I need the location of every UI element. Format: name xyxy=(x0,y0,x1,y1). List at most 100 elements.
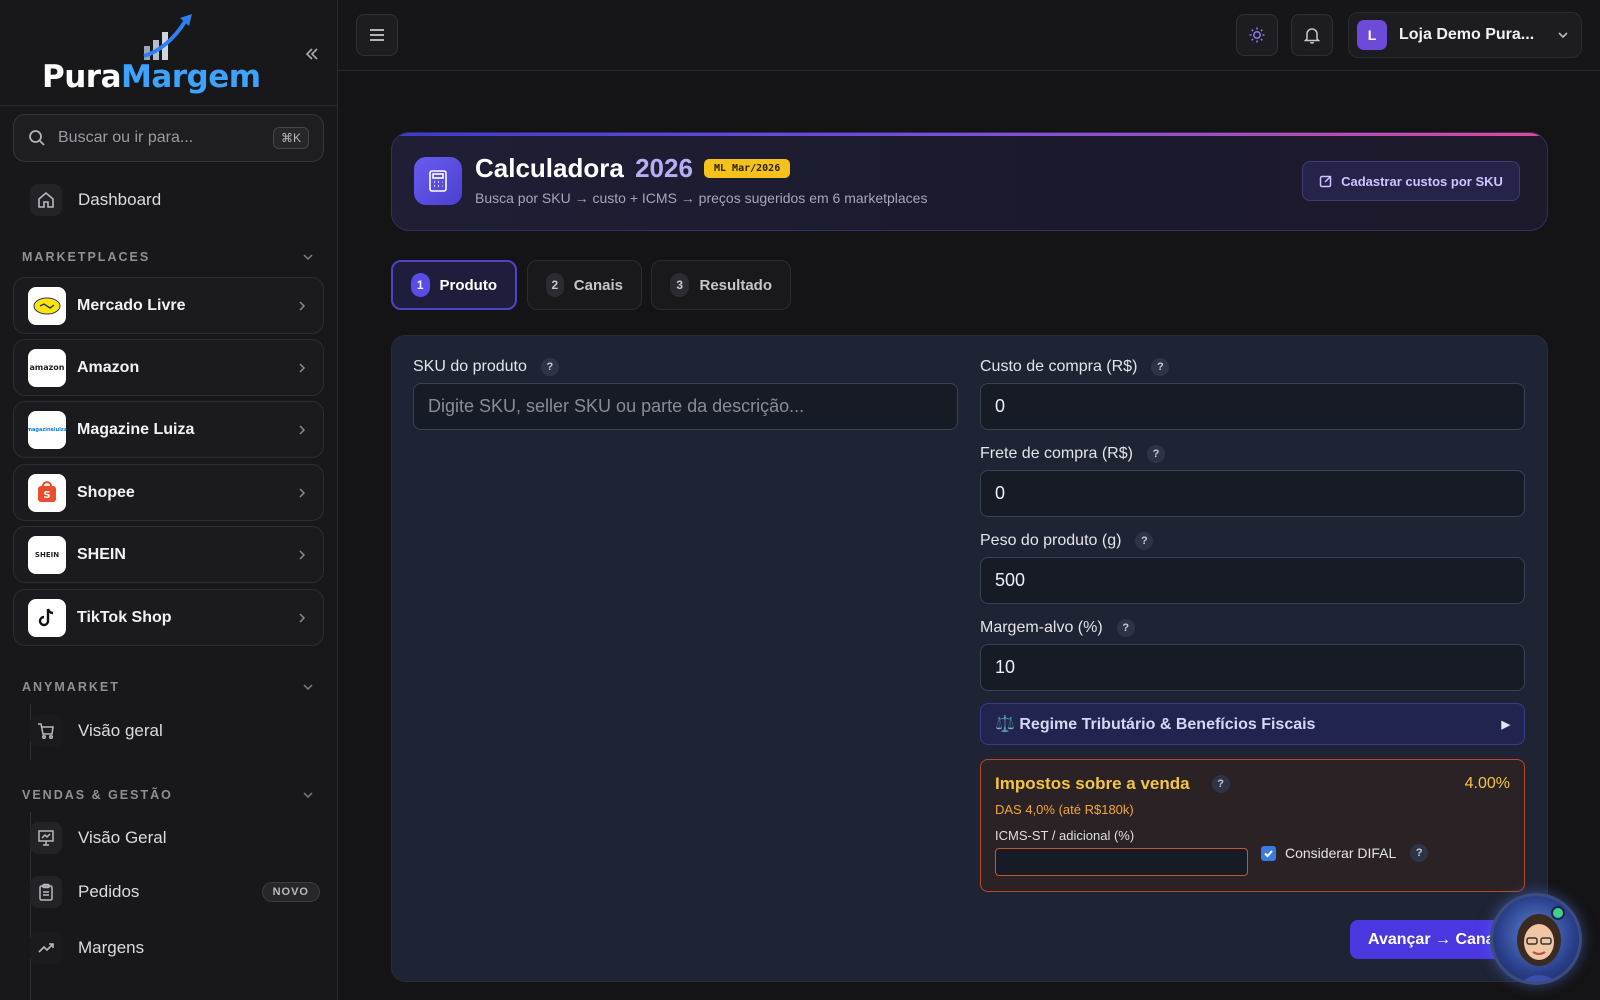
bell-icon xyxy=(1303,28,1321,44)
logo-chart-icon xyxy=(143,14,192,60)
difal-checkbox[interactable]: Considerar DIFAL ? xyxy=(1261,844,1429,862)
chevron-down-icon[interactable] xyxy=(300,249,316,265)
app-root: PuraMargem Buscar ou ir para... ⌘K Dashb… xyxy=(0,0,1600,1000)
margem-label-text: Margem-alvo (%) xyxy=(980,619,1103,636)
help-icon[interactable]: ? xyxy=(1211,775,1230,793)
tab-step-canais[interactable]: 2 Canais xyxy=(527,260,642,310)
home-icon xyxy=(30,184,62,216)
sidebar-item-label: Pedidos xyxy=(78,882,140,901)
marketplace-mercado-livre[interactable]: Mercado Livre xyxy=(13,277,324,334)
page-subtitle: Busca por SKU → custo + ICMS → preços su… xyxy=(475,190,928,206)
chevron-down-icon[interactable] xyxy=(300,679,316,695)
help-icon[interactable]: ? xyxy=(540,358,559,376)
sidebar-search[interactable]: Buscar ou ir para... ⌘K xyxy=(13,114,324,162)
store-avatar: L xyxy=(1357,20,1387,50)
tab-step-resultado[interactable]: 3 Resultado xyxy=(651,260,791,310)
shein-logo: SHEIN xyxy=(28,535,66,574)
svg-text:S: S xyxy=(43,490,50,501)
sidebar-item-anymarket-visao-geral[interactable]: Visão geral xyxy=(30,713,320,749)
frete-input[interactable]: 0 xyxy=(980,470,1525,517)
amazon-logo: amazon xyxy=(28,348,66,387)
sidebar-item-margens[interactable]: Margens xyxy=(30,930,320,966)
calculator-header: Calculadora 2026 ML Mar/2026 Busca por S… xyxy=(391,132,1548,231)
icms-label: ICMS-ST / adicional (%) xyxy=(995,828,1135,843)
brand-part2: Margem xyxy=(121,59,261,95)
marketplace-name: Shopee xyxy=(77,483,135,501)
help-icon[interactable]: ? xyxy=(1410,844,1429,862)
regime-tributario-toggle[interactable]: ⚖️ Regime Tributário & Benefícios Fiscai… xyxy=(980,703,1525,745)
help-icon[interactable]: ? xyxy=(1146,445,1165,463)
tiktok-logo xyxy=(28,598,66,637)
marketplace-shopee[interactable]: S Shopee xyxy=(13,464,324,521)
sidebar: PuraMargem Buscar ou ir para... ⌘K Dashb… xyxy=(0,0,338,1000)
page-title-text: Calculadora xyxy=(475,153,624,183)
check-icon[interactable] xyxy=(1261,845,1276,861)
das-info: DAS 4,0% (até R$180k) xyxy=(995,802,1134,817)
frete-label: Frete de compra (R$) ? xyxy=(980,445,1165,463)
register-costs-label: Cadastrar custos por SKU xyxy=(1341,173,1503,189)
peso-label-text: Peso do produto (g) xyxy=(980,532,1122,549)
custo-input[interactable]: 0 xyxy=(980,383,1525,430)
sidebar-item-visao-geral[interactable]: Visão Geral xyxy=(30,820,320,856)
peso-label: Peso do produto (g) ? xyxy=(980,532,1154,550)
expand-arrow-icon: ▶ xyxy=(1501,718,1510,731)
search-placeholder: Buscar ou ir para... xyxy=(58,129,194,146)
marketplace-magazine-luiza[interactable]: magazineluiza Magazine Luiza xyxy=(13,401,324,458)
impostos-title: Impostos sobre a venda ? xyxy=(995,774,1230,794)
assistant-avatar[interactable] xyxy=(1490,893,1582,985)
collapse-sidebar-button[interactable] xyxy=(300,42,324,66)
cart-icon xyxy=(30,715,62,747)
marketplace-name: Magazine Luiza xyxy=(77,420,195,438)
store-name: Loja Demo Pura... xyxy=(1399,26,1535,43)
search-icon xyxy=(29,130,45,146)
sku-input[interactable]: Digite SKU, seller SKU ou parte da descr… xyxy=(413,383,958,430)
menu-button[interactable] xyxy=(356,14,398,56)
section-marketplaces[interactable]: MARKETPLACES xyxy=(22,250,150,264)
sidebar-item-pedidos[interactable]: Pedidos NOVO xyxy=(30,874,320,910)
custo-label-text: Custo de compra (R$) xyxy=(980,358,1138,375)
store-selector[interactable]: L Loja Demo Pura... xyxy=(1348,12,1582,58)
trending-up-icon xyxy=(30,932,62,964)
brand-part1: Pura xyxy=(42,59,122,95)
step-number: 3 xyxy=(670,273,690,297)
brand-logo[interactable]: PuraMargem xyxy=(42,60,261,94)
topbar: L Loja Demo Pura... xyxy=(338,0,1600,71)
margem-label: Margem-alvo (%) ? xyxy=(980,619,1135,637)
register-costs-button[interactable]: Cadastrar custos por SKU xyxy=(1302,161,1520,201)
marketplace-tiktok-shop[interactable]: TikTok Shop xyxy=(13,589,324,646)
notifications-button[interactable] xyxy=(1291,14,1333,56)
step-label: Resultado xyxy=(699,276,772,294)
sidebar-item-label: Visão geral xyxy=(78,721,163,740)
presentation-chart-icon xyxy=(30,822,62,854)
marketplace-shein[interactable]: SHEIN SHEIN xyxy=(13,526,324,583)
margem-input[interactable]: 10 xyxy=(980,644,1525,691)
help-icon[interactable]: ? xyxy=(1151,358,1170,376)
marketplace-amazon[interactable]: amazon Amazon xyxy=(13,339,324,396)
sidebar-item-label: Margens xyxy=(78,938,145,957)
help-icon[interactable]: ? xyxy=(1135,532,1154,550)
nav-dashboard[interactable]: Dashboard xyxy=(30,182,161,218)
help-icon[interactable]: ? xyxy=(1116,619,1135,637)
chevron-down-icon[interactable] xyxy=(300,787,316,803)
step-label: Produto xyxy=(439,276,498,294)
frete-label-text: Frete de compra (R$) xyxy=(980,445,1133,462)
sku-label-text: SKU do produto xyxy=(413,358,527,375)
tab-step-produto[interactable]: 1 Produto xyxy=(391,260,517,310)
calculator-icon xyxy=(414,157,462,205)
marketplace-name: Mercado Livre xyxy=(77,296,186,314)
peso-input[interactable]: 500 xyxy=(980,557,1525,604)
icms-input[interactable] xyxy=(995,848,1248,876)
marketplace-name: SHEIN xyxy=(77,545,126,563)
section-anymarket[interactable]: ANYMARKET xyxy=(22,680,120,694)
impostos-title-text: Impostos sobre a venda xyxy=(995,774,1190,793)
step-number: 2 xyxy=(546,273,564,297)
section-vendas[interactable]: VENDAS & GESTÃO xyxy=(22,788,173,802)
theme-toggle-button[interactable] xyxy=(1236,14,1278,56)
edit-icon xyxy=(1319,175,1332,188)
marketplace-name: TikTok Shop xyxy=(77,608,172,626)
clipboard-icon xyxy=(30,876,62,908)
regime-label: ⚖️ Regime Tributário & Benefícios Fiscai… xyxy=(995,716,1316,733)
difal-label: Considerar DIFAL xyxy=(1285,845,1397,861)
new-badge: NOVO xyxy=(261,882,320,902)
impostos-box: Impostos sobre a venda ? 4.00% DAS 4,0% … xyxy=(980,759,1525,892)
